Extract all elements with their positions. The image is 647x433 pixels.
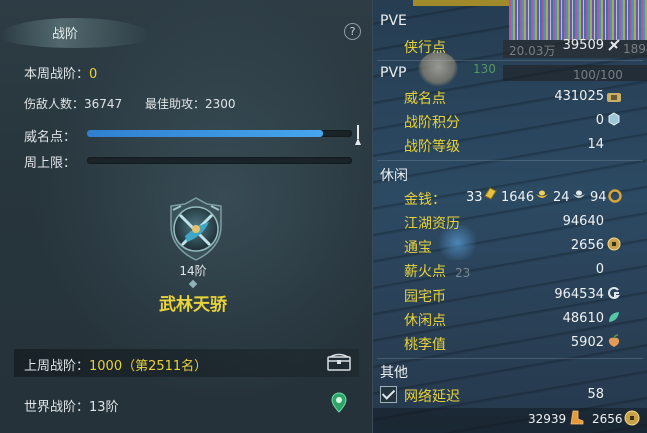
background-text: 1894 (623, 42, 647, 56)
peach-icon (608, 334, 620, 347)
weekly-rank-row: 本周战阶：0 (24, 63, 97, 82)
rank-panel: 战阶 ? 本周战阶：0 伤敌人数：36747 最佳助攻：2300 威名点： 周上… (0, 0, 372, 433)
fire-value: 0 (595, 262, 604, 277)
latency-label: 网络延迟 (404, 389, 460, 405)
rank-score-value: 0 (595, 113, 604, 128)
garden-coin-icon (608, 287, 621, 299)
tongbao-coin-icon (624, 410, 640, 426)
world-rank-text: 世界战阶：13阶 (24, 396, 119, 415)
prestige-label: 威名点： (24, 130, 77, 145)
help-button[interactable]: ? (344, 23, 361, 40)
background-text: 130 (473, 62, 496, 76)
weekly-rank-label: 本周战阶： (24, 67, 90, 82)
chivalry-value: 39509 (562, 38, 604, 53)
latency-value: 58 (587, 387, 604, 402)
last-week-text: 上周战阶：1000（第2511名） (24, 355, 207, 374)
assist-label: 最佳助攻： (145, 97, 206, 111)
rank-level-value: 14 (587, 137, 604, 152)
background-decoration (413, 0, 509, 6)
rank-title: 武林天骄 (159, 295, 227, 315)
fire-label: 薪火点 (404, 264, 446, 280)
boot-icon (570, 410, 584, 425)
cap-marker-icon (355, 125, 361, 147)
tongbao-value: 2656 (570, 238, 604, 253)
tongbao-label: 通宝 (404, 240, 432, 256)
peach-label: 桃李值 (404, 337, 446, 353)
tongbao-coin-icon (607, 237, 621, 251)
divider (377, 358, 643, 359)
money-label: 金钱： (404, 192, 446, 208)
panel-title: 战阶 (52, 27, 79, 42)
section-leisure: 休闲 (380, 168, 408, 184)
rank-divider-icon (188, 279, 198, 289)
world-rank-value: 13阶 (89, 400, 119, 415)
gold-ingot-icon (484, 187, 497, 200)
rank-level-label: 战阶等级 (404, 139, 460, 155)
enemy-row: 伤敌人数：36747 (24, 95, 122, 112)
currency-panel: 20.03万 1894 130 100/100 23 PVE 侠行点 39509… (372, 0, 647, 433)
rank-emblem-icon (170, 197, 222, 261)
weekly-rank-value: 0 (89, 67, 98, 82)
background-text: 20.03万 (509, 44, 556, 58)
money-copper: 24 (553, 190, 570, 205)
last-week-label: 上周战阶： (24, 359, 90, 374)
divider (377, 160, 643, 161)
section-other: 其他 (380, 365, 408, 381)
world-rank-label: 世界战阶： (24, 400, 90, 415)
latency-checkbox[interactable] (380, 386, 397, 403)
prestige-bar-fill (87, 130, 323, 137)
assist-value: 2300 (205, 97, 236, 111)
rank-level: 14阶 (179, 264, 207, 278)
leisure-points-label: 休闲点 (404, 313, 446, 329)
fame-value: 431025 (554, 89, 604, 104)
money-gold: 33 (466, 190, 483, 205)
leaf-icon (609, 312, 619, 322)
background-decoration (509, 0, 647, 40)
fame-icon (607, 93, 621, 102)
rank-score-label: 战阶积分 (404, 115, 460, 131)
weekly-cap-bar (87, 157, 352, 164)
footer-value-a: 32939 (528, 412, 567, 426)
jianghu-label: 江湖资历 (404, 216, 460, 232)
last-week-value: 1000（第2511名） (89, 359, 208, 374)
jianghu-value: 94640 (562, 214, 604, 229)
background-text: 100/100 (573, 68, 623, 82)
divider (377, 60, 643, 61)
enemy-label: 伤敌人数： (24, 97, 85, 111)
background-decoration (418, 52, 458, 88)
background-text: 23 (455, 266, 471, 280)
gold-yuanbao-icon (536, 190, 548, 198)
reward-chest-icon[interactable] (327, 353, 351, 371)
money-silver: 1646 (501, 190, 535, 205)
money-coin: 94 (590, 190, 607, 205)
assist-row: 最佳助攻：2300 (145, 95, 236, 112)
rank-score-icon (608, 112, 620, 126)
fame-label: 威名点 (404, 91, 446, 107)
weekly-cap-label: 周上限： (24, 156, 77, 171)
panel-header: 战阶 ? (0, 14, 372, 48)
chivalry-icon (608, 39, 620, 51)
garden-value: 964534 (554, 287, 604, 302)
section-pve: PVE (380, 13, 407, 29)
copper-coin-icon (608, 189, 622, 203)
peach-value: 5902 (570, 335, 604, 350)
enemy-value: 36747 (84, 97, 123, 111)
chivalry-label: 侠行点 (404, 40, 446, 56)
silver-yuanbao-icon (573, 190, 585, 198)
prestige-bar (87, 130, 352, 137)
section-pvp: PVP (380, 65, 407, 81)
garden-label: 园宅币 (404, 289, 446, 305)
leisure-points-value: 48610 (562, 311, 604, 326)
footer-value-b: 2656 (592, 412, 623, 426)
location-pin-icon[interactable] (331, 392, 347, 414)
